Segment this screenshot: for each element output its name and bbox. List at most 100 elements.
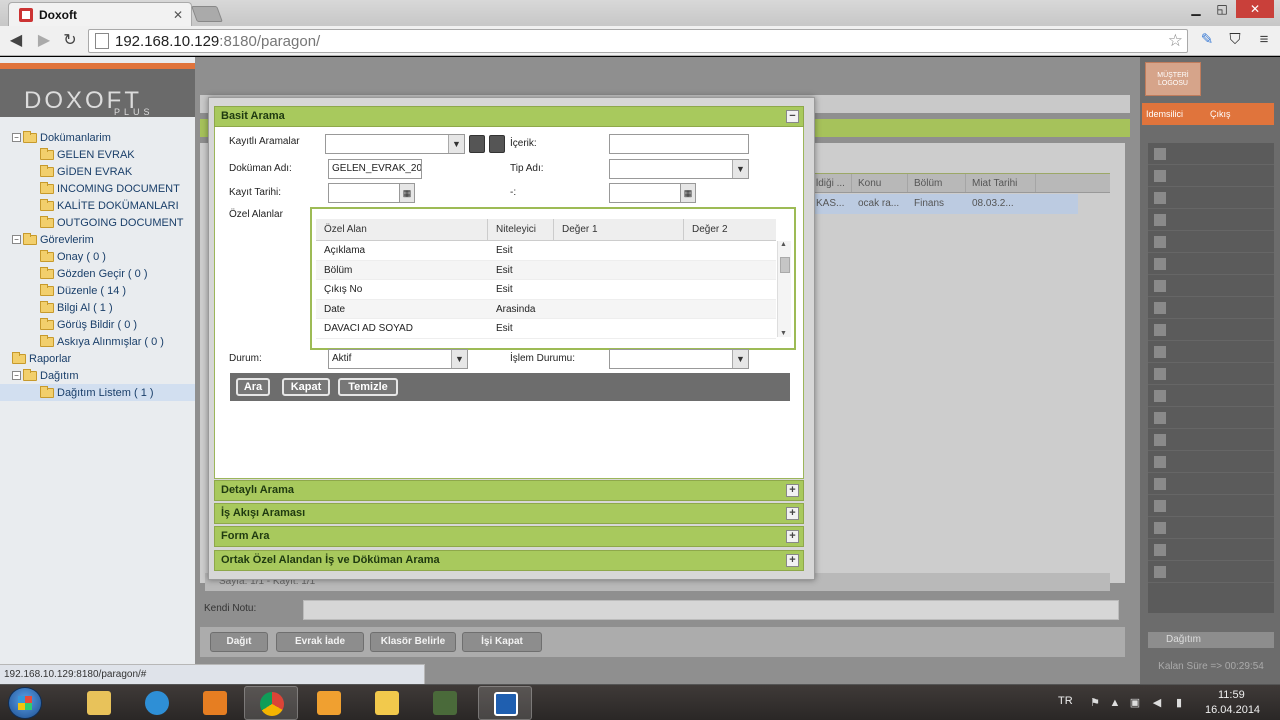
- right-list-item[interactable]: [1148, 561, 1274, 583]
- scroll-up-icon[interactable]: ▲: [780, 241, 787, 248]
- dagit-button[interactable]: Dağıt: [210, 632, 268, 652]
- table-row[interactable]: Bölüm Esit: [316, 260, 776, 280]
- isi-kapat-button[interactable]: İşi Kapat: [462, 632, 542, 652]
- tree-item[interactable]: GİDEN EVRAK: [0, 163, 195, 180]
- table-cell[interactable]: [684, 261, 776, 280]
- browser-tab[interactable]: Doxoft ✕: [8, 2, 192, 26]
- start-button[interactable]: [8, 687, 42, 719]
- kapat-button[interactable]: Kapat: [282, 378, 330, 396]
- right-list-item[interactable]: [1148, 165, 1274, 187]
- is-akisi-aramasi-header[interactable]: İş Akışı Araması +: [214, 503, 804, 524]
- flag-icon[interactable]: ⚑: [1088, 696, 1102, 710]
- clock-date[interactable]: 16.04.2014: [1205, 704, 1260, 716]
- taskbar-outlook[interactable]: [302, 686, 356, 720]
- tree-item[interactable]: Bilgi Al ( 1 ): [0, 299, 195, 316]
- right-list-item[interactable]: [1148, 451, 1274, 473]
- calendar-icon[interactable]: ▦: [680, 183, 696, 203]
- expand-icon[interactable]: +: [786, 484, 799, 497]
- calendar-icon[interactable]: ▦: [399, 183, 415, 203]
- user-link[interactable]: Idemsilici: [1146, 109, 1183, 119]
- tree-item[interactable]: Gözden Geçir ( 0 ): [0, 265, 195, 282]
- right-list-item[interactable]: [1148, 275, 1274, 297]
- hidden-icons-chevron-icon[interactable]: ▲: [1108, 696, 1122, 710]
- column-header[interactable]: Özel Alan: [316, 219, 488, 240]
- new-tab-button[interactable]: [191, 6, 223, 22]
- temizle-button[interactable]: Temizle: [338, 378, 398, 396]
- table-cell[interactable]: [684, 300, 776, 319]
- tree-item[interactable]: Görüş Bildir ( 0 ): [0, 316, 195, 333]
- ortak-ozel-alan-header[interactable]: Ortak Özel Alandan İş ve Döküman Arama +: [214, 550, 804, 571]
- minimize-button[interactable]: ▁: [1184, 0, 1208, 18]
- tree-item[interactable]: KALİTE DOKÜMANLARI: [0, 197, 195, 214]
- extension-shield-icon[interactable]: ⛉: [1225, 30, 1245, 50]
- right-list-item[interactable]: [1148, 363, 1274, 385]
- form-ara-header[interactable]: Form Ara +: [214, 526, 804, 547]
- tip-adi-select[interactable]: ▼: [609, 159, 749, 179]
- battery-icon[interactable]: ▮: [1172, 696, 1186, 710]
- column-header[interactable]: Niteleyici: [488, 219, 554, 240]
- taskbar-explorer[interactable]: [72, 686, 126, 720]
- close-window-button[interactable]: ✕: [1236, 0, 1274, 18]
- collapse-icon[interactable]: −: [786, 110, 799, 123]
- expand-icon[interactable]: +: [786, 554, 799, 567]
- right-list-item[interactable]: [1148, 517, 1274, 539]
- taskbar-media[interactable]: [188, 686, 242, 720]
- ara-button[interactable]: Ara: [236, 378, 270, 396]
- grid-column-header[interactable]: ldiği ...: [810, 174, 852, 192]
- detayli-arama-header[interactable]: Detaylı Arama +: [214, 480, 804, 501]
- right-list-item[interactable]: [1148, 253, 1274, 275]
- right-list-item[interactable]: [1148, 407, 1274, 429]
- taskbar-app6[interactable]: [418, 686, 472, 720]
- right-list-item[interactable]: [1148, 143, 1274, 165]
- right-list-item[interactable]: [1148, 319, 1274, 341]
- tree-item[interactable]: Askıya Alınmışlar ( 0 ): [0, 333, 195, 350]
- taskbar-ie[interactable]: [130, 686, 184, 720]
- table-cell[interactable]: [554, 280, 684, 299]
- expand-icon[interactable]: +: [786, 530, 799, 543]
- right-list-item[interactable]: [1148, 231, 1274, 253]
- tree-item[interactable]: Dağıtım Listem ( 1 ): [0, 384, 195, 401]
- back-button[interactable]: ◀: [6, 31, 26, 51]
- table-cell[interactable]: [554, 319, 684, 338]
- right-distribution-item[interactable]: Dağıtım: [1148, 632, 1274, 648]
- right-list-item[interactable]: [1148, 429, 1274, 451]
- kayit-tarihi-start-input[interactable]: [328, 183, 400, 203]
- table-row[interactable]: DAVACI AD SOYAD Esit: [316, 319, 776, 339]
- table-cell[interactable]: [684, 280, 776, 299]
- save-search-button[interactable]: [469, 135, 485, 153]
- scroll-down-icon[interactable]: ▼: [780, 330, 787, 337]
- restore-button[interactable]: ◱: [1210, 0, 1234, 18]
- tree-toggle-icon[interactable]: −: [12, 235, 21, 244]
- right-list-item[interactable]: [1148, 341, 1274, 363]
- tree-toggle-icon[interactable]: −: [12, 133, 21, 142]
- scroll-thumb[interactable]: [780, 257, 790, 273]
- column-header[interactable]: Değer 1: [554, 219, 684, 240]
- table-cell[interactable]: [554, 261, 684, 280]
- scrollbar[interactable]: ▲ ▼: [777, 241, 791, 337]
- right-list-item[interactable]: [1148, 209, 1274, 231]
- right-list-item[interactable]: [1148, 495, 1274, 517]
- durum-select[interactable]: Aktif ▼: [328, 349, 468, 369]
- grid-column-header[interactable]: Konu: [852, 174, 908, 192]
- tree-item[interactable]: GELEN EVRAK: [0, 146, 195, 163]
- exit-link[interactable]: Çıkış: [1210, 109, 1231, 119]
- extension-pen-icon[interactable]: ✎: [1197, 30, 1217, 50]
- tree-item[interactable]: OUTGOING DOCUMENT: [0, 214, 195, 231]
- table-row[interactable]: Açıklama Esit: [316, 241, 776, 261]
- tree-item[interactable]: Onay ( 0 ): [0, 248, 195, 265]
- tab-close-icon[interactable]: ✕: [173, 8, 183, 22]
- note-input[interactable]: [303, 600, 1119, 620]
- grid-column-header[interactable]: Bölüm: [908, 174, 966, 192]
- kayitli-aramalar-select[interactable]: ▼: [325, 134, 465, 154]
- tree-item[interactable]: INCOMING DOCUMENT: [0, 180, 195, 197]
- right-list-item[interactable]: [1148, 385, 1274, 407]
- islem-durumu-select[interactable]: ▼: [609, 349, 749, 369]
- right-list-item[interactable]: [1148, 539, 1274, 561]
- expand-icon[interactable]: +: [786, 507, 799, 520]
- table-row[interactable]: KAS... ocak ra... Finans 08.03.2...: [810, 194, 1078, 214]
- delete-search-button[interactable]: [489, 135, 505, 153]
- tree-item[interactable]: − Görevlerim: [0, 231, 195, 248]
- evrak-iade-button[interactable]: Evrak İade: [276, 632, 364, 652]
- address-bar[interactable]: 192.168.10.129:8180/paragon/ ☆: [88, 29, 1188, 53]
- taskbar-app5[interactable]: [360, 686, 414, 720]
